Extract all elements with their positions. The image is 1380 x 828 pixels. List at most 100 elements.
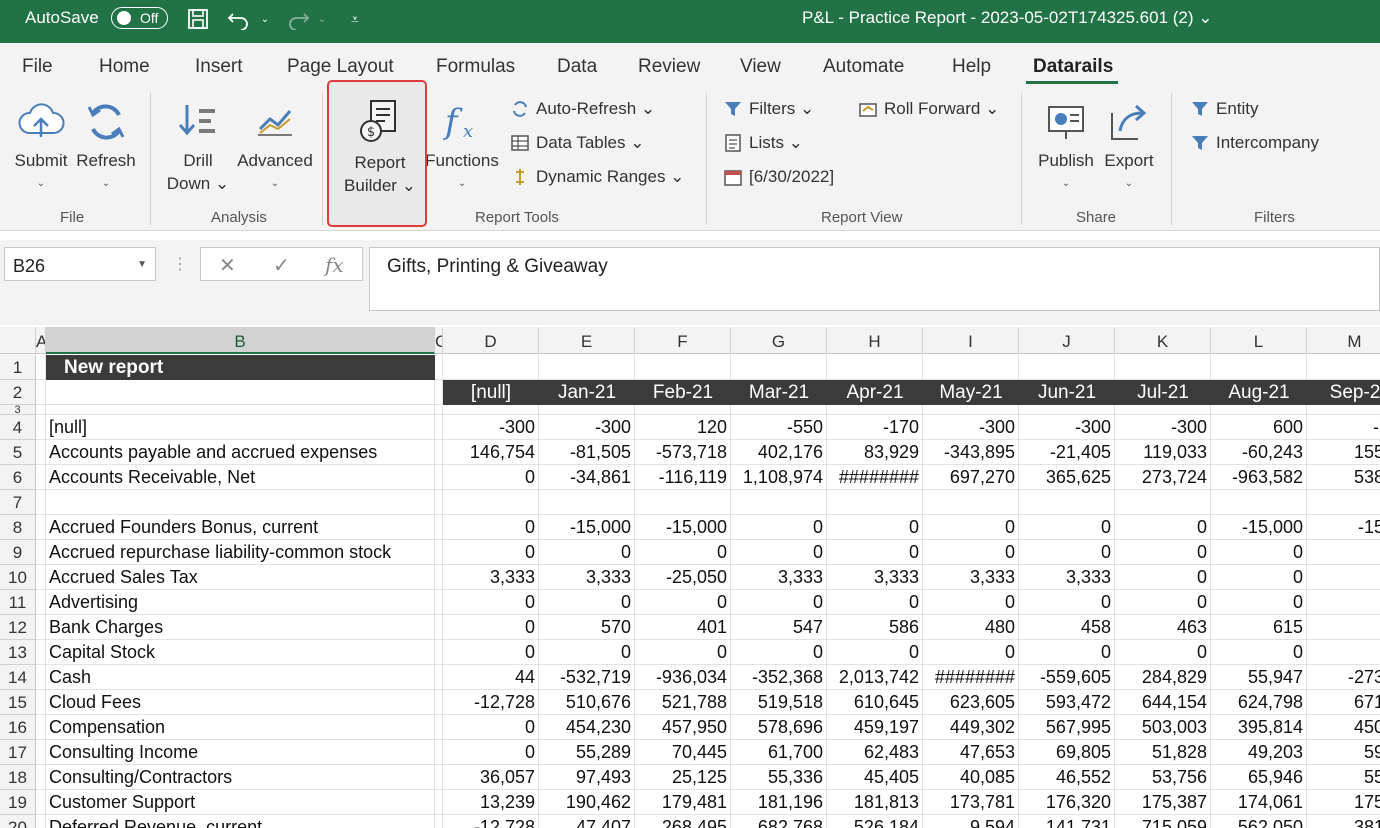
- data-cell[interactable]: 715,059: [1115, 815, 1207, 828]
- tab-file[interactable]: File: [22, 56, 53, 78]
- data-cell[interactable]: 69,805: [1019, 740, 1111, 765]
- tab-view[interactable]: View: [740, 56, 781, 78]
- column-header-e[interactable]: E: [539, 327, 635, 354]
- data-cell[interactable]: 600: [1211, 415, 1303, 440]
- data-cell[interactable]: 381,1: [1307, 815, 1380, 828]
- data-cell[interactable]: 586: [827, 615, 919, 640]
- data-cell[interactable]: 3,333: [731, 565, 823, 590]
- data-cell[interactable]: 0: [827, 590, 919, 615]
- data-cell[interactable]: 0: [1211, 640, 1303, 665]
- row-label[interactable]: Accrued repurchase liability-common stoc…: [49, 540, 435, 565]
- data-cell[interactable]: 538,5: [1307, 465, 1380, 490]
- data-cell[interactable]: -300: [539, 415, 631, 440]
- column-header-a[interactable]: A: [36, 327, 46, 354]
- data-cell[interactable]: 0: [443, 715, 535, 740]
- name-box[interactable]: B26 ▼: [4, 247, 156, 281]
- data-cell[interactable]: 567,995: [1019, 715, 1111, 740]
- data-cell[interactable]: 0: [731, 540, 823, 565]
- data-cell[interactable]: ########: [923, 665, 1015, 690]
- data-cell[interactable]: 0: [923, 640, 1015, 665]
- roll-forward-button[interactable]: Roll Forward ⌄: [858, 99, 999, 119]
- column-header-f[interactable]: F: [635, 327, 731, 354]
- data-tables-button[interactable]: Data Tables ⌄: [510, 133, 644, 153]
- data-cell[interactable]: -15,000: [635, 515, 727, 540]
- data-cell[interactable]: -15,0: [1307, 515, 1380, 540]
- column-header-j[interactable]: J: [1019, 327, 1115, 354]
- data-cell[interactable]: 0: [923, 590, 1015, 615]
- data-cell[interactable]: 47,407: [539, 815, 631, 828]
- advanced-button[interactable]: Advanced ⌄: [235, 99, 315, 195]
- data-cell[interactable]: -300: [1115, 415, 1207, 440]
- data-cell[interactable]: -963,582: [1211, 465, 1303, 490]
- data-cell[interactable]: 273,724: [1115, 465, 1207, 490]
- data-cell[interactable]: 175,5: [1307, 790, 1380, 815]
- data-cell[interactable]: -300: [443, 415, 535, 440]
- save-icon[interactable]: [185, 6, 211, 32]
- auto-refresh-button[interactable]: Auto-Refresh ⌄: [510, 99, 655, 119]
- data-cell[interactable]: 53,756: [1115, 765, 1207, 790]
- export-button[interactable]: Export ⌄: [1100, 99, 1158, 195]
- tab-formulas[interactable]: Formulas: [436, 56, 515, 78]
- data-cell[interactable]: 0: [827, 640, 919, 665]
- data-cell[interactable]: 0: [443, 540, 535, 565]
- row-label[interactable]: Accounts payable and accrued expenses: [49, 440, 435, 465]
- data-cell[interactable]: -273,0: [1307, 665, 1380, 690]
- enter-icon[interactable]: ✓: [273, 253, 290, 278]
- document-title[interactable]: P&L - Practice Report - 2023-05-02T17432…: [802, 8, 1213, 28]
- data-cell[interactable]: 49,203: [1211, 740, 1303, 765]
- row-header[interactable]: 18: [0, 765, 36, 790]
- column-header-b[interactable]: B: [46, 327, 435, 354]
- data-cell[interactable]: 0: [1211, 590, 1303, 615]
- data-cell[interactable]: 365,625: [1019, 465, 1111, 490]
- column-header-l[interactable]: L: [1211, 327, 1307, 354]
- data-cell[interactable]: 623,605: [923, 690, 1015, 715]
- data-cell[interactable]: 70,445: [635, 740, 727, 765]
- tab-page-layout[interactable]: Page Layout: [287, 56, 394, 78]
- column-header-i[interactable]: I: [923, 327, 1019, 354]
- data-cell[interactable]: 61,700: [731, 740, 823, 765]
- dynamic-ranges-button[interactable]: Dynamic Ranges ⌄: [510, 167, 684, 187]
- data-cell[interactable]: -550: [731, 415, 823, 440]
- data-cell[interactable]: 0: [1115, 515, 1207, 540]
- data-cell[interactable]: 3,333: [539, 565, 631, 590]
- data-cell[interactable]: 547: [731, 615, 823, 640]
- data-cell[interactable]: 0: [635, 540, 727, 565]
- cancel-icon[interactable]: ✕: [219, 253, 236, 278]
- data-cell[interactable]: 3,333: [923, 565, 1015, 590]
- data-cell[interactable]: 268,495: [635, 815, 727, 828]
- autosave-toggle[interactable]: Off: [111, 7, 168, 29]
- data-cell[interactable]: -15,000: [1211, 515, 1303, 540]
- row-header[interactable]: 11: [0, 590, 36, 615]
- data-cell[interactable]: 3,333: [1019, 565, 1111, 590]
- data-cell[interactable]: 0: [1115, 565, 1207, 590]
- more-options-icon[interactable]: ⋮: [172, 254, 188, 274]
- row-header[interactable]: 13: [0, 640, 36, 665]
- data-cell[interactable]: 1,108,974: [731, 465, 823, 490]
- chevron-down-icon[interactable]: ▼: [137, 259, 147, 270]
- filters-button[interactable]: Filters ⌄: [723, 99, 814, 119]
- column-header-d[interactable]: D: [443, 327, 539, 354]
- data-cell[interactable]: 120: [635, 415, 727, 440]
- data-cell[interactable]: 401: [635, 615, 727, 640]
- row-header[interactable]: 4: [0, 415, 36, 440]
- data-cell[interactable]: 0: [443, 515, 535, 540]
- data-cell[interactable]: 0: [923, 540, 1015, 565]
- data-cell[interactable]: -12,728: [443, 690, 535, 715]
- data-cell[interactable]: 593,472: [1019, 690, 1111, 715]
- data-cell[interactable]: -21,405: [1019, 440, 1111, 465]
- row-header[interactable]: 12: [0, 615, 36, 640]
- entity-filter-button[interactable]: Entity: [1190, 99, 1259, 119]
- data-cell[interactable]: 45,405: [827, 765, 919, 790]
- row-label[interactable]: Capital Stock: [49, 640, 435, 665]
- row-label[interactable]: Consulting/Contractors: [49, 765, 435, 790]
- data-cell[interactable]: 55,289: [539, 740, 631, 765]
- row-header[interactable]: 20: [0, 815, 36, 828]
- row-label[interactable]: Accrued Founders Bonus, current: [49, 515, 435, 540]
- data-cell[interactable]: 0: [1019, 540, 1111, 565]
- row-label[interactable]: Accounts Receivable, Net: [49, 465, 435, 490]
- column-header-m[interactable]: M: [1307, 327, 1380, 354]
- tab-review[interactable]: Review: [638, 56, 700, 78]
- data-cell[interactable]: -559,605: [1019, 665, 1111, 690]
- tab-data[interactable]: Data: [557, 56, 597, 78]
- data-cell[interactable]: 457,950: [635, 715, 727, 740]
